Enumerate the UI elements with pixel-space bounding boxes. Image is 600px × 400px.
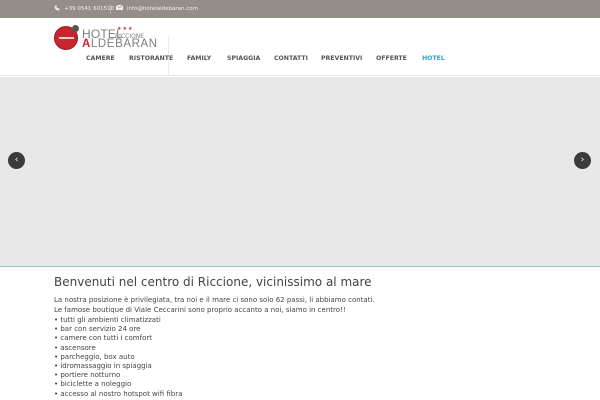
- nav-item-spiaggia[interactable]: SPIAGGIA: [227, 55, 260, 62]
- nav-item-ristorante[interactable]: RISTORANTE: [129, 55, 173, 62]
- hero-slider: ‹ ›: [0, 77, 600, 267]
- amenities-list: • tutti gli ambienti climatizzati • bar …: [54, 316, 554, 399]
- list-item: • bar con servizio 24 ore: [54, 325, 141, 334]
- phone-contact[interactable]: +39 0541 601510: [54, 5, 114, 13]
- nav-item-camere[interactable]: CAMERE: [86, 55, 115, 62]
- intro-paragraph-2: Le famose boutique di Viale Ceccarini so…: [54, 306, 346, 314]
- nav-item-contatti[interactable]: CONTATTI: [274, 55, 308, 62]
- list-item: • ascensore: [54, 343, 96, 352]
- top-bar: +39 0541 601510 info@hotelaldebaran.com: [0, 0, 600, 18]
- site-header: HOTEL ★★★ RICCIONE ALDEBARAN CAMERE RIST…: [0, 18, 600, 76]
- page-title: Benvenuti nel centro di Riccione, vicini…: [54, 275, 372, 289]
- list-item: • portiere notturno: [54, 371, 121, 380]
- chevron-left-icon: ‹: [14, 155, 19, 165]
- list-item: • parcheggio, box auto: [54, 352, 135, 361]
- chevron-right-icon: ›: [580, 155, 585, 165]
- phone-number[interactable]: +39 0541 601510: [64, 6, 114, 12]
- nav-item-hotel[interactable]: HOTEL: [422, 55, 445, 62]
- list-item: • tutti gli ambienti climatizzati: [54, 316, 161, 324]
- slider-prev-button[interactable]: ‹: [8, 152, 25, 169]
- nav-item-offerte[interactable]: OFFERTE: [376, 55, 407, 62]
- email-address[interactable]: info@hotelaldebaran.com: [127, 6, 198, 12]
- email-contact[interactable]: info@hotelaldebaran.com: [115, 4, 198, 12]
- logo-stars: ★★★: [117, 26, 134, 32]
- list-item: • idromassaggio in spiaggia: [54, 362, 152, 371]
- slider-next-button[interactable]: ›: [574, 152, 591, 169]
- list-item: • biciclette a noleggio: [54, 380, 132, 389]
- list-item: • accesso al nostro hotspot wifi fibra: [54, 389, 183, 398]
- main-content: Benvenuti nel centro di Riccione, vicini…: [54, 275, 554, 399]
- phone-icon: [54, 5, 60, 13]
- email-icon: [115, 4, 124, 12]
- logo-badge: [72, 25, 79, 32]
- topbar-divider: [110, 4, 111, 14]
- logo-name: ALDEBARAN: [82, 38, 158, 50]
- list-item: • camere con tutti i comfort: [54, 334, 152, 343]
- nav-item-preventivi[interactable]: PREVENTIVI: [321, 55, 362, 62]
- intro-paragraph-1: La nostra posizione è privilegiata, tra …: [54, 296, 375, 304]
- nav-item-family[interactable]: FAMILY: [187, 55, 211, 62]
- main-nav: CAMERE RISTORANTE FAMILY SPIAGGIA CONTAT…: [0, 55, 600, 67]
- hotel-logo[interactable]: HOTEL ★★★ RICCIONE ALDEBARAN: [54, 25, 169, 50]
